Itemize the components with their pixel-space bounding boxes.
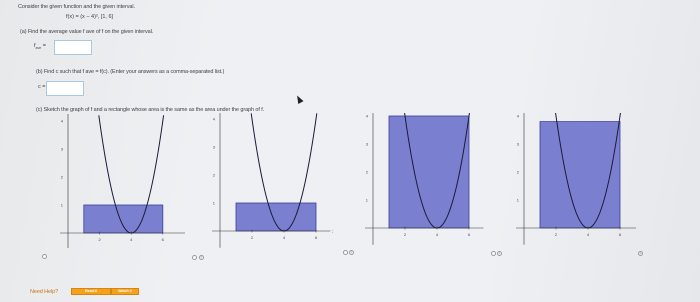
part-b-prompt: (b) Find c such that f ave = f(c). (Ente…: [36, 69, 225, 75]
y-tick-label: 4: [213, 117, 216, 122]
graph-option-1: xy4321-1246: [60, 113, 185, 248]
y-tick-label: 1: [61, 203, 64, 208]
graph-2-radio[interactable]: [192, 255, 197, 260]
x-tick-label: 6: [315, 235, 318, 240]
graph-option-3: xy4321-1246: [365, 113, 484, 245]
x-tick-label: 4: [436, 232, 439, 237]
graph-1-radio[interactable]: [42, 254, 47, 259]
x-tick-label: 6: [468, 232, 471, 237]
x-tick-label: 4: [283, 235, 286, 240]
x-tick-label: 2: [98, 237, 101, 242]
x-tick-label: 4: [587, 232, 590, 237]
watch-it-button[interactable]: Watch It: [111, 288, 139, 295]
y-tick-label: 4: [517, 114, 520, 119]
y-tick-label: 4: [366, 114, 369, 119]
y-tick-label: 1: [213, 201, 216, 206]
graph-3-radio[interactable]: [343, 250, 348, 255]
average-value-rectangle: [83, 204, 164, 234]
x-tick-label: 2: [404, 232, 407, 237]
x-axis-label: x: [332, 229, 333, 235]
read-it-button[interactable]: Read It: [71, 288, 111, 295]
y-axis-label: y: [67, 113, 70, 114]
y-tick-label: 2: [61, 175, 64, 180]
y-tick-label: 3: [366, 142, 369, 147]
x-tick-label: 6: [162, 237, 165, 242]
graph-option-2: xy4321-1246: [212, 113, 333, 248]
y-tick-label: 3: [61, 147, 64, 152]
y-tick-label: 3: [517, 142, 520, 147]
problem-intro: Consider the given function and the give…: [18, 4, 135, 10]
x-tick-label: 4: [130, 237, 133, 242]
average-value-rectangle: [388, 115, 470, 229]
graph-2-info-icon[interactable]: i: [199, 255, 204, 260]
graph-4-radio[interactable]: [491, 251, 496, 256]
part-b-label: c =: [38, 84, 46, 90]
y-tick-label: 2: [517, 170, 520, 175]
x-tick-label: 2: [251, 235, 254, 240]
part-a-prompt: (a) Find the average value f ave of f on…: [20, 29, 154, 35]
function-definition: f(x) = (x − 4)², [1, 6]: [66, 14, 114, 20]
average-value-rectangle: [235, 202, 317, 232]
average-value-rectangle: [539, 121, 621, 229]
need-help-label: Need Help?: [30, 289, 59, 295]
y-tick-label: 1: [366, 198, 369, 203]
c-values-input[interactable]: [46, 81, 84, 96]
graph-option-4: xy4321-1246: [516, 113, 636, 245]
y-tick-label: 4: [61, 119, 64, 124]
x-tick-label: 2: [555, 232, 558, 237]
graph-4-info-icon[interactable]: i: [497, 251, 502, 256]
y-tick-label: 2: [213, 173, 216, 178]
y-tick-label: 1: [517, 198, 520, 203]
graph-4-zoom-icon[interactable]: i: [638, 251, 643, 256]
y-tick-label: 2: [366, 170, 369, 175]
part-a-label: fave =: [34, 43, 46, 51]
average-value-input[interactable]: [54, 40, 92, 55]
y-tick-label: 3: [213, 145, 216, 150]
x-tick-label: 6: [619, 232, 622, 237]
mouse-cursor-icon: [294, 94, 304, 104]
graph-3-info-icon[interactable]: i: [349, 250, 354, 255]
